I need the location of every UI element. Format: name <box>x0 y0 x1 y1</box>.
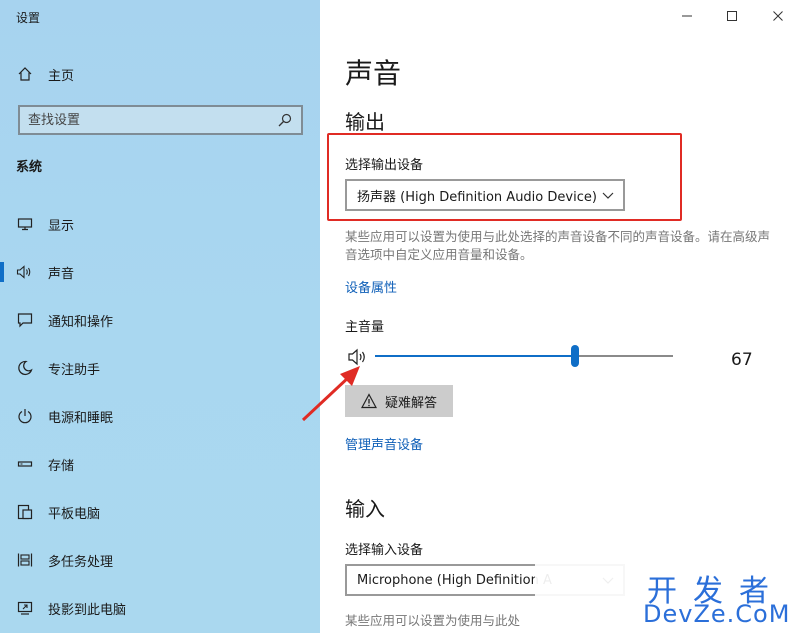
speaker-icon <box>16 263 34 281</box>
sidebar-item-focus-assist[interactable]: 专注助手 <box>0 354 320 382</box>
section-title: 系统 <box>16 160 43 175</box>
sidebar-item-label: 专注助手 <box>48 362 101 378</box>
sidebar-item-tablet[interactable]: 平板电脑 <box>0 498 320 526</box>
close-button[interactable] <box>766 4 790 28</box>
master-volume-label: 主音量 <box>345 320 385 335</box>
sidebar-item-project[interactable]: 投影到此电脑 <box>0 594 320 622</box>
sidebar-item-label: 电源和睡眠 <box>48 410 114 426</box>
storage-icon <box>16 455 34 473</box>
input-heading: 输入 <box>345 497 385 521</box>
sidebar-item-label: 平板电脑 <box>48 506 101 522</box>
watermark: 开发者 DevZe.CoM <box>535 560 801 633</box>
volume-slider[interactable] <box>375 345 673 367</box>
sidebar-item-notifications[interactable]: 通知和操作 <box>0 306 320 334</box>
sidebar-item-storage[interactable]: 存储 <box>0 450 320 478</box>
home-icon <box>16 65 34 83</box>
output-description: 某些应用可以设置为使用与此处选择的声音设备不同的声音设备。请在高级声音选项中自定… <box>345 229 771 262</box>
search-icon[interactable] <box>275 110 295 130</box>
annotation-arrow-icon <box>301 366 360 422</box>
minimize-button[interactable] <box>675 4 699 28</box>
volume-slider-thumb[interactable] <box>570 345 579 367</box>
sidebar-item-label: 通知和操作 <box>48 314 114 330</box>
nav-home-label: 主页 <box>48 68 75 84</box>
sidebar: 设置 主页 系统 显示 声音 通知和操作 专注助手 <box>0 0 320 633</box>
input-description: 某些应用可以设置为使用与此处 <box>345 613 521 628</box>
sidebar-item-label: 声音 <box>48 266 75 282</box>
manage-sound-devices-link[interactable]: 管理声音设备 <box>345 434 423 453</box>
sidebar-item-power-sleep[interactable]: 电源和睡眠 <box>0 402 320 430</box>
sidebar-item-label: 投影到此电脑 <box>48 602 127 618</box>
maximize-icon <box>727 11 737 21</box>
multitask-icon <box>16 551 34 569</box>
watermark-bottom: DevZe.CoM <box>643 600 791 628</box>
search-box[interactable] <box>18 105 303 135</box>
sidebar-item-label: 存储 <box>48 458 75 474</box>
output-heading: 输出 <box>345 110 385 134</box>
tablet-icon <box>16 503 34 521</box>
page-title: 声音 <box>345 57 402 90</box>
maximize-button[interactable] <box>720 4 744 28</box>
search-input[interactable] <box>28 107 275 133</box>
input-device-label: 选择输入设备 <box>345 543 424 558</box>
sidebar-item-display[interactable]: 显示 <box>0 210 320 238</box>
moon-icon <box>16 359 34 377</box>
sidebar-item-sound[interactable]: 声音 <box>0 258 320 286</box>
volume-value: 67 <box>731 350 753 370</box>
annotation-highlight-box <box>327 133 682 221</box>
nav-home[interactable]: 主页 <box>16 62 74 86</box>
volume-slider-fill <box>375 355 575 357</box>
power-icon <box>16 407 34 425</box>
sidebar-item-label: 多任务处理 <box>48 554 114 570</box>
input-device-value: Microphone (High Definition A <box>357 572 552 588</box>
app-title: 设置 <box>16 11 41 25</box>
notification-icon <box>16 311 34 329</box>
project-icon <box>16 599 34 617</box>
minimize-icon <box>682 15 692 17</box>
close-icon <box>773 11 783 21</box>
sidebar-item-multitasking[interactable]: 多任务处理 <box>0 546 320 574</box>
device-properties-link[interactable]: 设备属性 <box>345 277 397 296</box>
troubleshoot-label: 疑难解答 <box>384 395 437 411</box>
sidebar-item-label: 显示 <box>48 218 75 234</box>
monitor-icon <box>16 215 34 233</box>
